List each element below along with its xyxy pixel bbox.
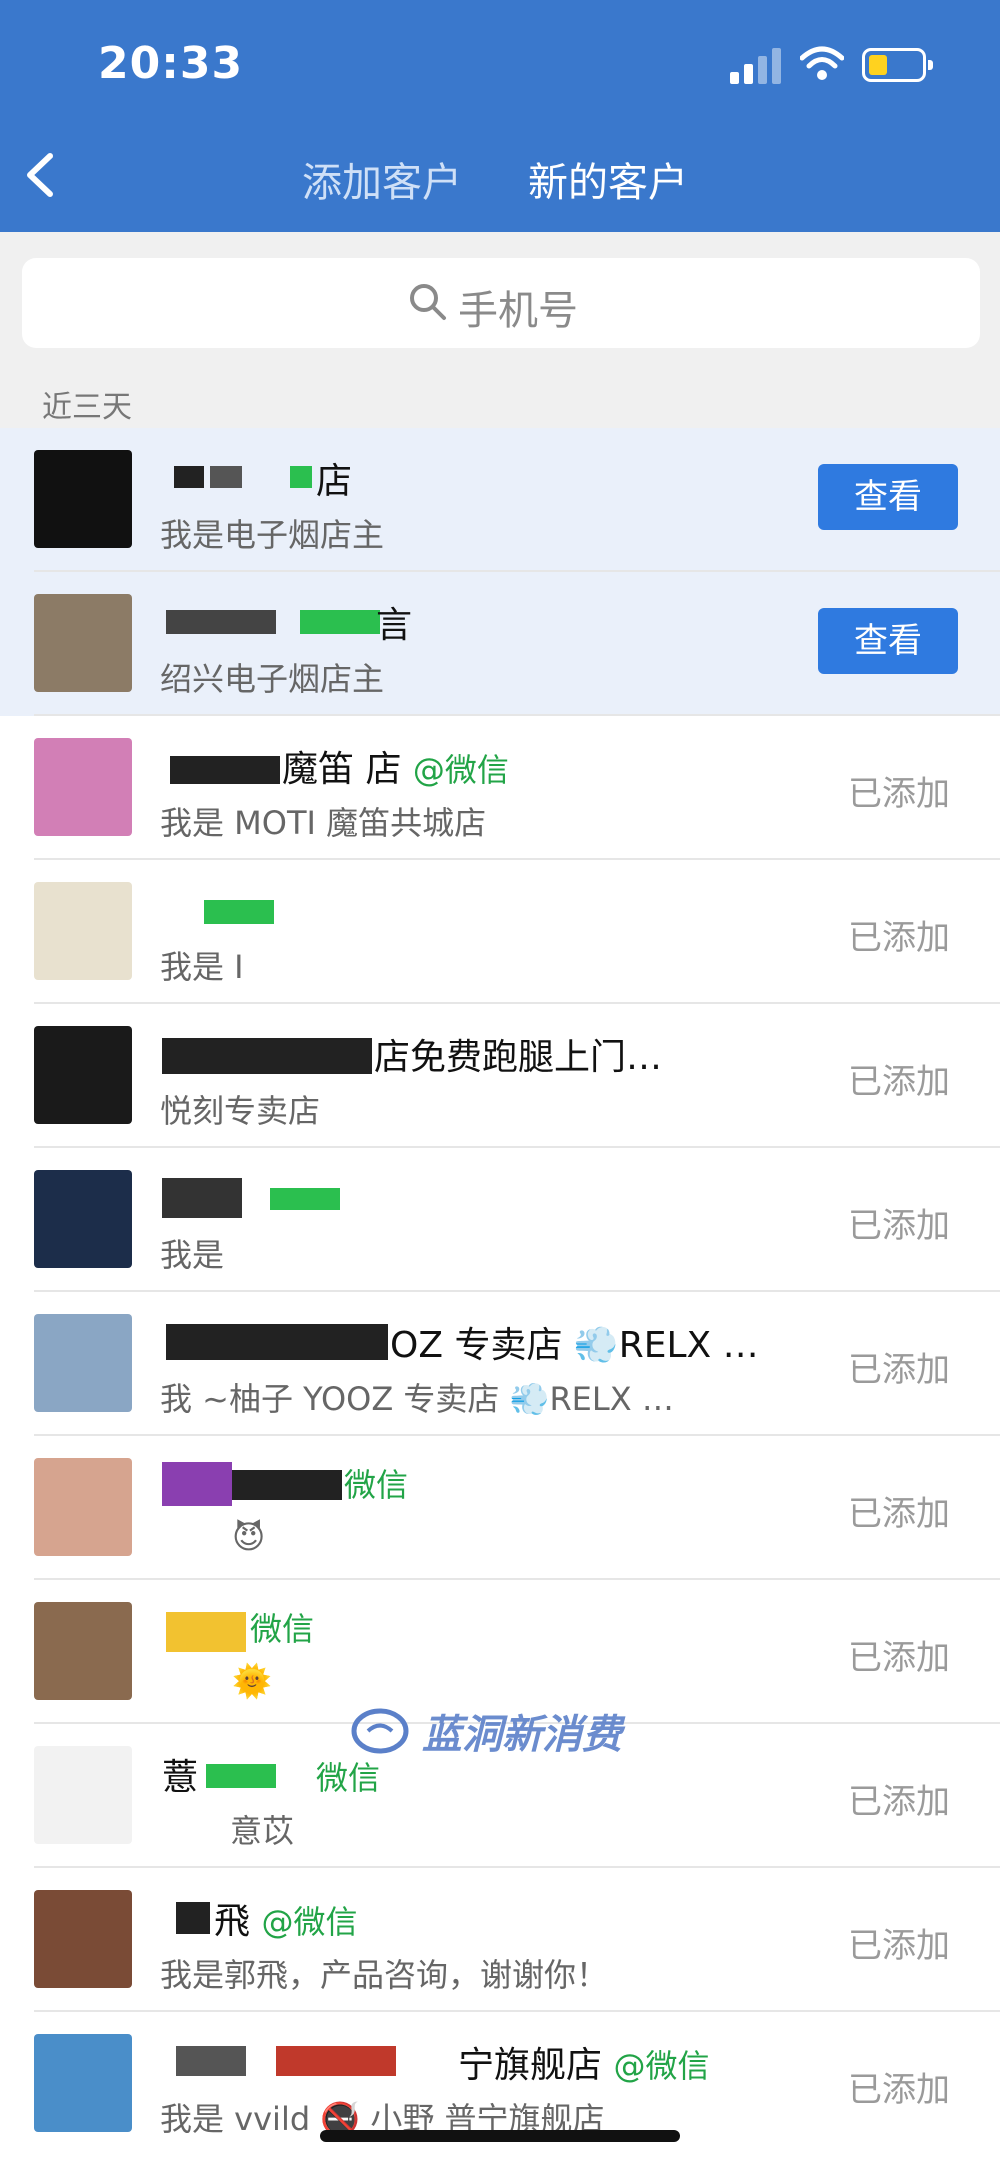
- avatar: [34, 1458, 132, 1556]
- contact-note: 我 ~柚子 YOOZ 专卖店 💨RELX …: [160, 1380, 674, 1418]
- added-status: 已添加: [848, 774, 950, 814]
- contact-name: 飛 @微信: [214, 1901, 358, 1942]
- tab-new-customer[interactable]: 新的客户: [528, 150, 688, 208]
- added-status: 已添加: [848, 1350, 950, 1390]
- back-arrow-icon[interactable]: [20, 150, 64, 200]
- added-status: 已添加: [848, 1062, 950, 1102]
- home-indicator[interactable]: [320, 2130, 680, 2142]
- avatar: [34, 1026, 132, 1124]
- avatar: [34, 594, 132, 692]
- added-status: 已添加: [848, 2070, 950, 2110]
- top-bar: 20:33 添加客户 新的客户: [0, 0, 1000, 232]
- contact-note: 我是 I: [160, 948, 244, 986]
- contact-note: 我是郭飛，产品咨询，谢谢你！: [160, 1956, 609, 1994]
- avatar: [34, 738, 132, 836]
- list-item[interactable]: 飛 @微信 我是郭飛，产品咨询，谢谢你！ 已添加: [0, 1868, 1000, 2012]
- search-icon: [410, 284, 446, 320]
- added-status: 已添加: [848, 1206, 950, 1246]
- contact-name: 微信: [250, 1610, 315, 1648]
- avatar: [34, 450, 132, 548]
- wifi-icon: [800, 46, 844, 80]
- list-item[interactable]: 魔笛 店 @微信 我是 MOTI 魔笛共城店 已添加: [0, 716, 1000, 860]
- contact-note: 绍兴电子烟店主: [160, 660, 385, 698]
- list-item[interactable]: 言 绍兴电子烟店主 查看: [0, 572, 1000, 716]
- watermark-text: 蓝洞新消费: [422, 1712, 622, 1758]
- contact-note: 悦刻专卖店: [160, 1092, 321, 1130]
- list-item[interactable]: OZ 专卖店 💨RELX … 我 ~柚子 YOOZ 专卖店 💨RELX … 已添…: [0, 1292, 1000, 1436]
- avatar: [34, 1314, 132, 1412]
- added-status: 已添加: [848, 1638, 950, 1678]
- signal-icon: [730, 48, 782, 84]
- list-item[interactable]: 店免费跑腿上门… 悦刻专卖店 已添加: [0, 1004, 1000, 1148]
- added-status: 已添加: [848, 1494, 950, 1534]
- search-placeholder: 手机号: [458, 288, 578, 334]
- contact-note: 我是电子烟店主: [160, 516, 385, 554]
- avatar: [34, 1746, 132, 1844]
- tab-add-customer[interactable]: 添加客户: [302, 150, 462, 208]
- avatar: [34, 1602, 132, 1700]
- battery-icon: [862, 48, 933, 82]
- contact-note: 🌞: [232, 1662, 272, 1700]
- status-time: 20:33: [98, 38, 244, 89]
- list-item[interactable]: 店 我是电子烟店主 查看: [0, 428, 1000, 572]
- list-item[interactable]: 我是 I 已添加: [0, 860, 1000, 1004]
- avatar: [34, 882, 132, 980]
- view-button[interactable]: 查看: [818, 464, 958, 530]
- contact-note: 😈: [232, 1518, 266, 1556]
- view-button[interactable]: 查看: [818, 608, 958, 674]
- watermark: 蓝洞新消费: [350, 1702, 670, 1762]
- section-label: 近三天: [42, 390, 132, 425]
- added-status: 已添加: [848, 1782, 950, 1822]
- list-item[interactable]: 微信 😈 已添加: [0, 1436, 1000, 1580]
- contact-note: 我是 MOTI 魔笛共城店: [160, 804, 487, 842]
- contact-note: 我是: [160, 1236, 225, 1274]
- contact-note: 意苡: [230, 1812, 295, 1850]
- avatar: [34, 1170, 132, 1268]
- contact-name: 魔笛 店 @微信: [282, 749, 509, 790]
- avatar: [34, 1890, 132, 1988]
- avatar: [34, 2034, 132, 2132]
- list-item[interactable]: 我是 已添加: [0, 1148, 1000, 1292]
- added-status: 已添加: [848, 1926, 950, 1966]
- watermark-logo-icon: [351, 1708, 409, 1754]
- added-status: 已添加: [848, 918, 950, 958]
